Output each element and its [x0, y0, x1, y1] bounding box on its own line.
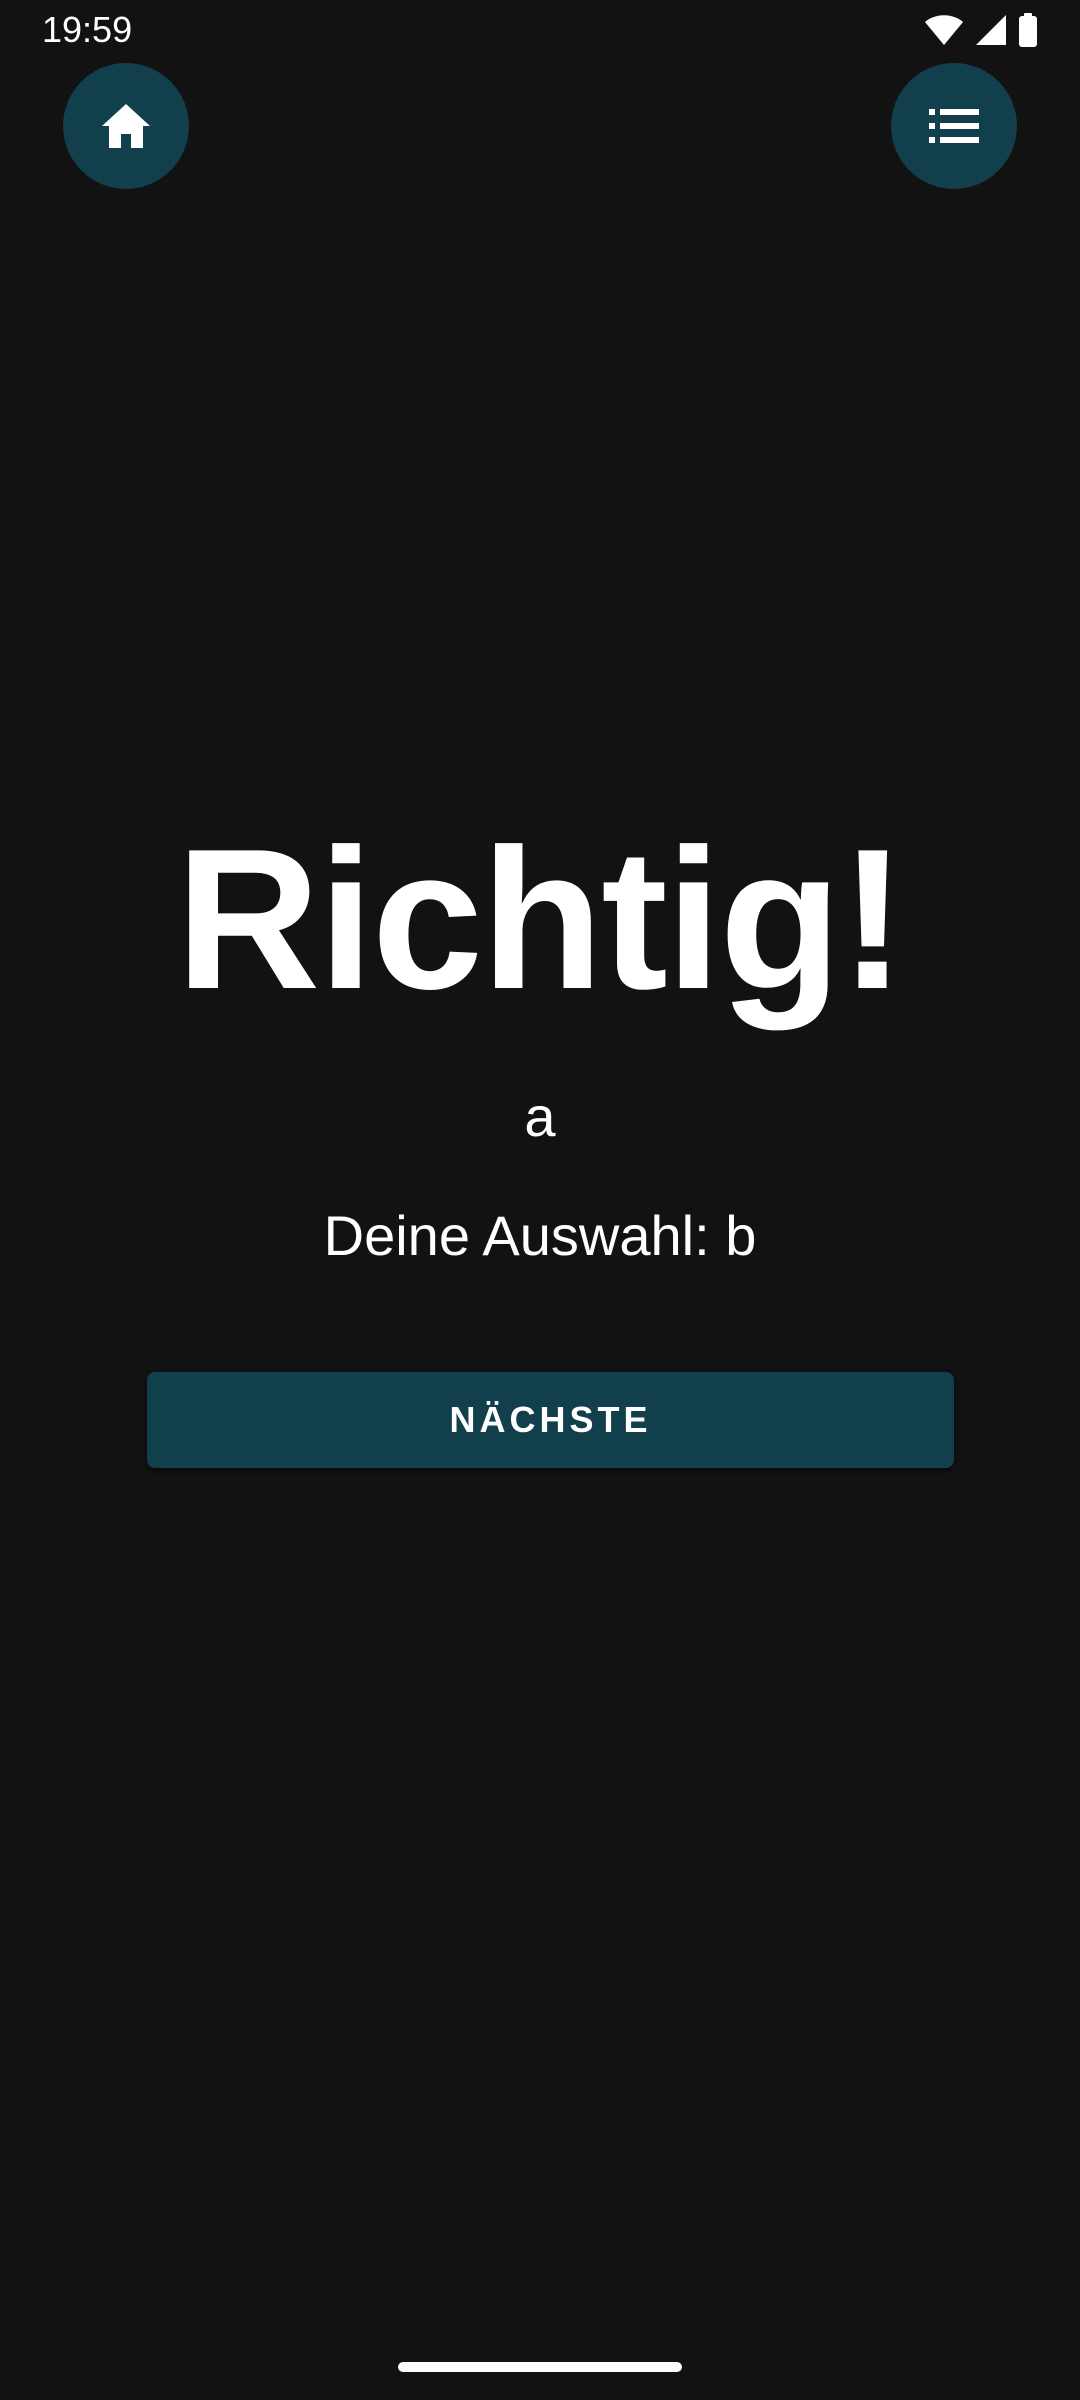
status-icons [924, 12, 1038, 48]
list-button[interactable] [891, 63, 1017, 189]
cellular-signal-icon [976, 15, 1006, 45]
status-time: 19:59 [42, 9, 133, 50]
wifi-icon [925, 15, 963, 45]
list-icon [929, 109, 979, 143]
gesture-navigation-bar[interactable] [398, 2362, 682, 2372]
choice-text: Deine Auswahl: b [323, 1204, 757, 1267]
result-title: Richtig! [175, 808, 906, 1031]
battery-icon [1019, 13, 1037, 47]
home-button[interactable] [63, 63, 189, 189]
home-icon [102, 104, 150, 148]
answer-text: a [524, 1085, 556, 1148]
next-button-label: NÄCHSTE [449, 1399, 652, 1440]
next-button[interactable]: NÄCHSTE [147, 1372, 954, 1468]
status-bar: 19:59 [0, 0, 1080, 60]
